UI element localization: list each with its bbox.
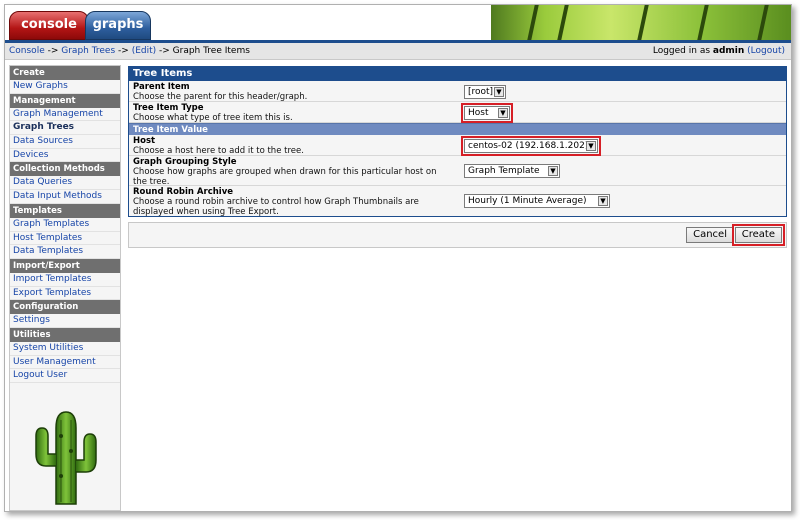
chevron-down-icon: ▼ [494, 87, 504, 97]
host-desc: Choose a host here to add it to the tree… [133, 146, 304, 156]
header-banner [473, 5, 791, 40]
sidebar-item-export-templates[interactable]: Export Templates [10, 287, 120, 301]
sidebar-header-import-export: Import/Export [10, 258, 120, 273]
create-button[interactable]: Create [731, 224, 786, 246]
chevron-down-icon: ▼ [586, 141, 596, 151]
sidebar-item-host-templates[interactable]: Host Templates [10, 232, 120, 246]
tree-item-type-label: Tree Item Type [133, 103, 204, 113]
parent-item-label: Parent Item [133, 82, 190, 92]
sidebar-item-new-graphs[interactable]: New Graphs [10, 80, 120, 94]
breadcrumb-console[interactable]: Console [9, 46, 45, 56]
sidebar-item-import-templates[interactable]: Import Templates [10, 273, 120, 287]
cactus-banner-graphic [491, 5, 791, 40]
graph-grouping-row: Graph Grouping Style Choose how graphs a… [129, 156, 786, 187]
host-value: centos-02 (192.168.1.202) [468, 141, 589, 151]
top-header: console graphs [5, 5, 791, 40]
breadcrumb-separator: -> [115, 46, 132, 56]
sidebar-header-templates: Templates [10, 203, 120, 218]
chevron-down-icon: ▼ [548, 166, 558, 176]
sidebar-header-management: Management [10, 93, 120, 108]
sidebar-item-system-utilities[interactable]: System Utilities [10, 342, 120, 356]
breadcrumb-edit[interactable]: (Edit) [132, 46, 156, 56]
sidebar-item-devices[interactable]: Devices [10, 149, 120, 163]
breadcrumb-separator: -> [44, 46, 62, 56]
sidebar-item-data-sources[interactable]: Data Sources [10, 135, 120, 149]
main-content: Tree Items Parent Item Choose the parent… [128, 66, 787, 248]
breadcrumb-separator: -> [156, 46, 173, 56]
parent-item-value: [root] [468, 87, 494, 97]
rra-value: Hourly (1 Minute Average) [468, 196, 587, 206]
sidebar-item-data-queries[interactable]: Data Queries [10, 176, 120, 191]
tree-item-type-select[interactable]: Host ▼ [461, 103, 513, 123]
cancel-button[interactable]: Cancel [686, 227, 734, 243]
host-select[interactable]: centos-02 (192.168.1.202) ▼ [461, 136, 601, 156]
logout-link[interactable]: (Logout) [747, 46, 785, 56]
tree-item-type-row: Tree Item Type Choose what type of tree … [129, 102, 786, 123]
sidebar-header-utilities: Utilities [10, 327, 120, 342]
panel-title: Tree Items [129, 67, 786, 81]
host-row: Host Choose a host here to add it to the… [129, 135, 786, 156]
breadcrumb-graph-trees[interactable]: Graph Trees [61, 46, 115, 56]
sidebar-item-logout-user[interactable]: Logout User [10, 369, 120, 383]
chevron-down-icon: ▼ [498, 108, 508, 118]
tree-items-panel: Tree Items Parent Item Choose the parent… [128, 66, 787, 217]
sidebar-item-user-management[interactable]: User Management [10, 356, 120, 370]
rra-desc: Choose a round robin archive to control … [133, 197, 419, 217]
graph-grouping-select[interactable]: Graph Template ▼ [464, 164, 560, 178]
tab-graphs[interactable]: graphs [85, 11, 151, 40]
sidebar-item-graph-trees[interactable]: Graph Trees [10, 121, 120, 136]
tree-item-value-header: Tree Item Value [129, 123, 786, 135]
sidebar-item-data-input-methods[interactable]: Data Input Methods [10, 190, 120, 204]
sidebar-item-settings[interactable]: Settings [10, 314, 120, 328]
graph-grouping-desc: Choose how graphs are grouped when drawn… [133, 167, 437, 187]
rra-select[interactable]: Hourly (1 Minute Average) ▼ [464, 194, 610, 208]
sidebar: Create New Graphs Management Graph Manag… [9, 65, 121, 511]
chevron-down-icon: ▼ [598, 196, 608, 206]
tab-console[interactable]: console [9, 11, 89, 40]
parent-item-select[interactable]: [root] ▼ [464, 85, 506, 99]
form-actions: Cancel Create [128, 222, 787, 248]
tree-item-type-desc: Choose what type of tree item this is. [133, 113, 293, 123]
sidebar-header-collection-methods: Collection Methods [10, 162, 120, 177]
login-prefix: Logged in as [652, 46, 713, 56]
sidebar-item-graph-templates[interactable]: Graph Templates [10, 218, 120, 232]
sidebar-item-graph-management[interactable]: Graph Management [10, 108, 120, 122]
parent-item-row: Parent Item Choose the parent for this h… [129, 81, 786, 102]
cactus-logo [24, 406, 108, 506]
tree-item-type-value: Host [468, 108, 489, 118]
host-label: Host [133, 136, 156, 146]
parent-item-desc: Choose the parent for this header/graph. [133, 92, 308, 102]
sidebar-item-data-templates[interactable]: Data Templates [10, 245, 120, 259]
sidebar-header-create: Create [10, 66, 120, 80]
sidebar-header-configuration: Configuration [10, 300, 120, 315]
graph-grouping-label: Graph Grouping Style [133, 157, 237, 167]
graph-grouping-value: Graph Template [468, 166, 540, 176]
cactus-icon [35, 411, 97, 505]
rra-row: Round Robin Archive Choose a round robin… [129, 186, 786, 217]
window-frame: console graphs Console -> Graph Trees ->… [4, 4, 792, 512]
login-user: admin [712, 46, 745, 56]
breadcrumb-current: Graph Tree Items [172, 46, 250, 56]
breadcrumb: Console -> Graph Trees -> (Edit) -> Grap… [5, 43, 791, 60]
rra-label: Round Robin Archive [133, 187, 234, 197]
login-info: Logged in as admin (Logout) [653, 43, 785, 60]
